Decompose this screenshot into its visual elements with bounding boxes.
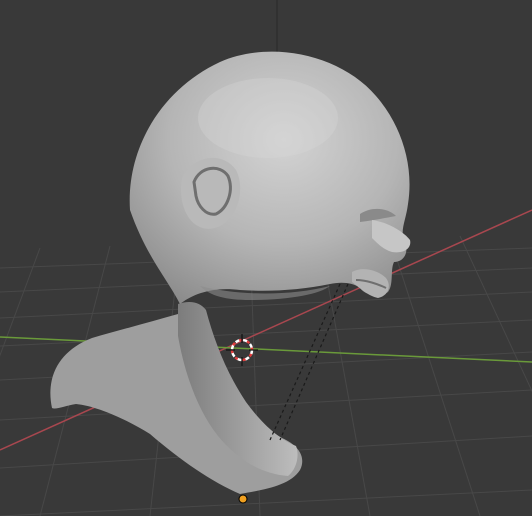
object-origin-icon[interactable] xyxy=(238,494,248,504)
3d-viewport[interactable] xyxy=(0,0,532,516)
viewport-canvas[interactable] xyxy=(0,0,532,516)
head-bust-model[interactable] xyxy=(50,51,411,494)
